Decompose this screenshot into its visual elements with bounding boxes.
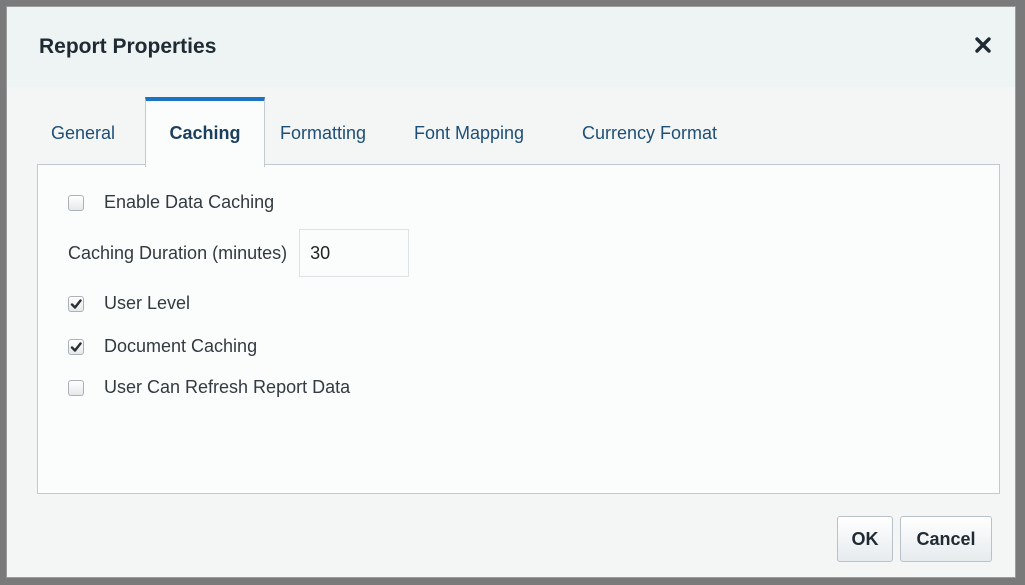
- checkmark-icon: [70, 341, 82, 352]
- cancel-button[interactable]: Cancel: [900, 516, 992, 562]
- dialog-titlebar: Report Properties: [7, 7, 1015, 87]
- ok-button[interactable]: OK: [837, 516, 893, 562]
- caching-duration-label: Caching Duration (minutes): [68, 242, 288, 263]
- user-level-label: User Level: [104, 293, 191, 313]
- tab-currency-format[interactable]: Currency Format: [582, 97, 717, 165]
- caching-tab-panel: Enable Data Caching Caching Duration (mi…: [37, 164, 1000, 494]
- document-caching-checkbox[interactable]: [68, 338, 84, 355]
- close-button[interactable]: [969, 31, 997, 59]
- checkmark-icon: [70, 298, 82, 309]
- dialog-title: Report Properties: [39, 35, 217, 58]
- user-level-checkbox[interactable]: [68, 295, 84, 312]
- user-can-refresh-checkbox[interactable]: [68, 379, 84, 396]
- tab-general[interactable]: General: [51, 97, 115, 165]
- caching-duration-input[interactable]: [299, 229, 410, 277]
- tab-font-mapping[interactable]: Font Mapping: [414, 97, 524, 165]
- user-can-refresh-row: User Can Refresh Report Data: [68, 377, 350, 398]
- user-level-row: User Level: [68, 293, 190, 314]
- document-caching-row: Document Caching: [68, 336, 257, 357]
- tab-bar: General Caching Formatting Font Mapping …: [37, 97, 997, 167]
- user-can-refresh-label: User Can Refresh Report Data: [104, 377, 351, 397]
- tab-formatting[interactable]: Formatting: [280, 97, 366, 165]
- enable-data-caching-checkbox[interactable]: [68, 194, 84, 211]
- enable-data-caching-row: Enable Data Caching: [68, 192, 274, 213]
- tab-caching[interactable]: Caching: [145, 97, 265, 167]
- document-caching-label: Document Caching: [104, 336, 258, 356]
- enable-data-caching-label: Enable Data Caching: [104, 192, 275, 212]
- caching-duration-row: Caching Duration (minutes): [68, 229, 410, 277]
- close-icon: [975, 37, 991, 53]
- report-properties-dialog: Report Properties General Caching Format…: [6, 6, 1016, 578]
